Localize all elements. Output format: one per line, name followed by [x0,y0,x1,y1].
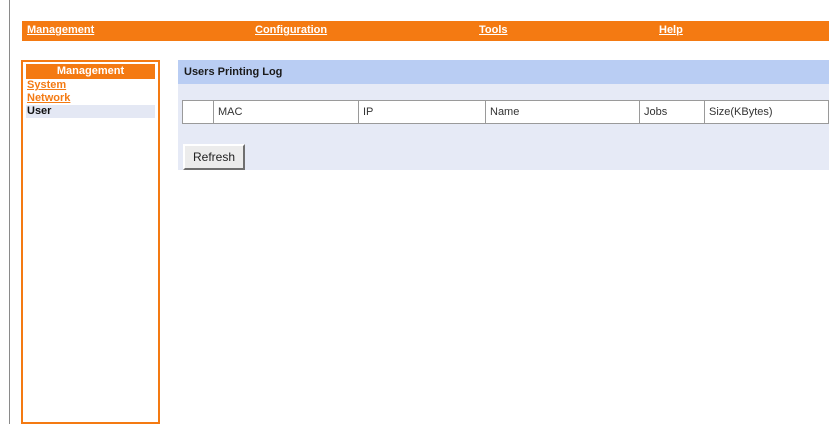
column-header-select [182,100,214,124]
nav-help-link[interactable]: Help [659,24,683,36]
sidebar-item-network[interactable]: Network [26,92,155,105]
column-header-mac: MAC [213,100,359,124]
frame-border [9,0,10,424]
refresh-button[interactable]: Refresh [183,144,246,170]
column-header-name: Name [485,100,640,124]
sidebar-header: Management [26,64,155,79]
column-header-ip: IP [358,100,486,124]
panel-title: Users Printing Log [178,60,829,84]
nav-configuration-link[interactable]: Configuration [255,24,327,36]
sidebar: Management System Network User [21,60,160,424]
top-navigation-bar: Management Configuration Tools Help [22,21,829,41]
sidebar-item-user[interactable]: User [26,105,155,118]
sidebar-item-system[interactable]: System [26,79,155,92]
column-header-size: Size(KBytes) [704,100,829,124]
table-header-row: MAC IP Name Jobs Size(KBytes) [182,100,829,124]
nav-management-link[interactable]: Management [27,24,94,36]
users-printing-log-panel: Users Printing Log MAC IP Name Jobs Size… [178,60,829,170]
column-header-jobs: Jobs [639,100,705,124]
nav-tools-link[interactable]: Tools [479,24,508,36]
printing-log-table: MAC IP Name Jobs Size(KBytes) [182,100,829,124]
